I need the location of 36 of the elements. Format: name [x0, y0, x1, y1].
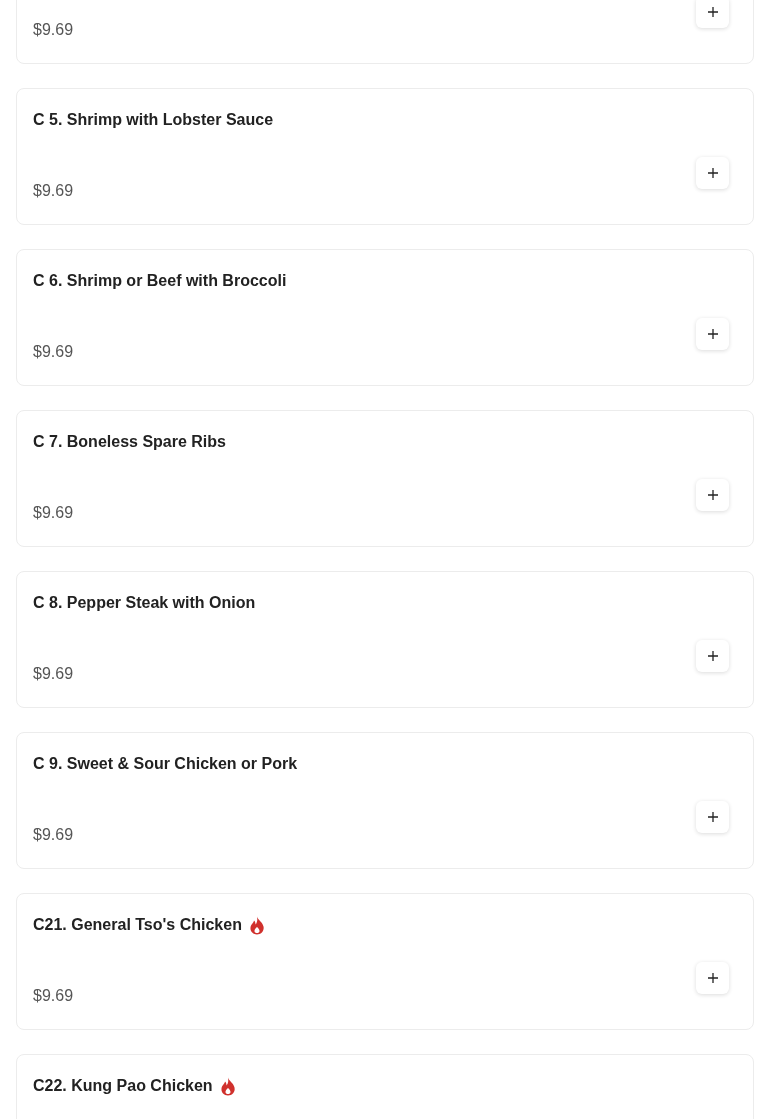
item-price: $9.69: [33, 664, 74, 684]
add-button[interactable]: [696, 962, 729, 994]
item-title: C 8. Pepper Steak with Onion: [33, 593, 256, 613]
item-title: C 6. Shrimp or Beef with Broccoli: [33, 271, 287, 291]
menu-item-card[interactable]: C21. General Tso's Chicken $9.69: [16, 893, 754, 1030]
item-price: $9.69: [33, 986, 74, 1006]
plus-icon: [707, 812, 718, 822]
item-price: $9.69: [33, 181, 74, 201]
add-button[interactable]: [696, 801, 729, 833]
item-title: C 7. Boneless Spare Ribs: [33, 432, 226, 452]
item-price: $9.69: [33, 503, 74, 523]
menu-item-card[interactable]: C 9. Sweet & Sour Chicken or Pork $9.69: [16, 732, 754, 869]
plus-icon: [707, 7, 718, 17]
add-button[interactable]: [696, 157, 729, 189]
menu-item-card[interactable]: C 8. Pepper Steak with Onion $9.69: [16, 571, 754, 708]
add-button[interactable]: [696, 0, 729, 28]
plus-icon: [707, 168, 718, 178]
menu-item-card[interactable]: $9.69: [16, 0, 754, 64]
add-button[interactable]: [696, 479, 729, 511]
item-title: C 5. Shrimp with Lobster Sauce: [33, 110, 274, 130]
plus-icon: [707, 973, 718, 983]
item-title: C21. General Tso's Chicken: [33, 915, 242, 935]
menu-item-card[interactable]: C22. Kung Pao Chicken: [16, 1054, 754, 1119]
add-button[interactable]: [696, 640, 729, 672]
add-button[interactable]: [696, 318, 729, 350]
menu-item-card[interactable]: C 5. Shrimp with Lobster Sauce $9.69: [16, 88, 754, 225]
item-price: $9.69: [33, 342, 74, 362]
plus-icon: [707, 329, 718, 339]
item-title: C22. Kung Pao Chicken: [33, 1076, 213, 1096]
item-price: $9.69: [33, 20, 74, 40]
item-title: C 9. Sweet & Sour Chicken or Pork: [33, 754, 298, 774]
menu-item-card[interactable]: C 7. Boneless Spare Ribs $9.69: [16, 410, 754, 547]
item-price: $9.69: [33, 825, 74, 845]
menu-item-card[interactable]: C 6. Shrimp or Beef with Broccoli $9.69: [16, 249, 754, 386]
plus-icon: [707, 490, 718, 500]
plus-icon: [707, 651, 718, 661]
